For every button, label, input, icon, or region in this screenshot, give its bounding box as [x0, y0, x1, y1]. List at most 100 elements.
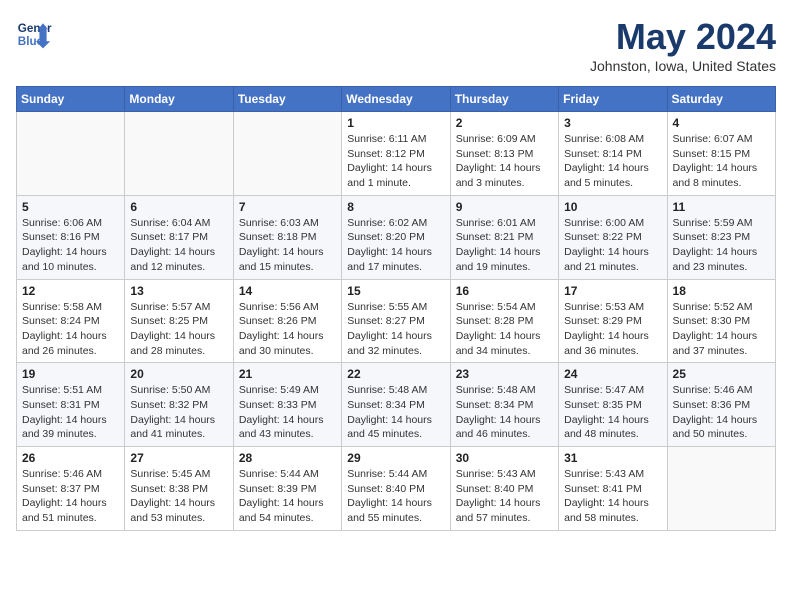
day-detail: Sunrise: 6:06 AMSunset: 8:16 PMDaylight:… — [22, 216, 119, 275]
day-number: 14 — [239, 284, 336, 298]
calendar-table: SundayMondayTuesdayWednesdayThursdayFrid… — [16, 86, 776, 531]
calendar-cell: 12 Sunrise: 5:58 AMSunset: 8:24 PMDayligh… — [17, 279, 125, 363]
calendar-week-row: 12 Sunrise: 5:58 AMSunset: 8:24 PMDayligh… — [17, 279, 776, 363]
logo: General Blue — [16, 16, 52, 52]
calendar-cell: 14 Sunrise: 5:56 AMSunset: 8:26 PMDayligh… — [233, 279, 341, 363]
calendar-cell: 17Sunrise: 5:53 AMSunset: 8:29 PMDayligh… — [559, 279, 667, 363]
day-detail: Sunrise: 5:58 AMSunset: 8:24 PMDaylight:… — [22, 300, 119, 359]
day-detail: Sunrise: 5:43 AMSunset: 8:40 PMDaylight:… — [456, 467, 553, 526]
day-detail: Sunrise: 6:04 AMSunset: 8:17 PMDaylight:… — [130, 216, 227, 275]
day-detail: Sunrise: 5:50 AMSunset: 8:32 PMDaylight:… — [130, 383, 227, 442]
day-number: 30 — [456, 451, 553, 465]
day-detail: Sunrise: 6:11 AMSunset: 8:12 PMDaylight:… — [347, 132, 444, 191]
calendar-week-row: 19Sunrise: 5:51 AMSunset: 8:31 PMDayligh… — [17, 363, 776, 447]
day-detail: Sunrise: 5:48 AMSunset: 8:34 PMDaylight:… — [456, 383, 553, 442]
day-number: 9 — [456, 200, 553, 214]
day-number: 29 — [347, 451, 444, 465]
day-number: 12 — [22, 284, 119, 298]
day-detail: Sunrise: 5:59 AMSunset: 8:23 PMDaylight:… — [673, 216, 770, 275]
day-number: 6 — [130, 200, 227, 214]
calendar-cell: 24 Sunrise: 5:47 AMSunset: 8:35 PMDayligh… — [559, 363, 667, 447]
month-title: May 2024 — [590, 16, 776, 58]
calendar-cell: 6 Sunrise: 6:04 AMSunset: 8:17 PMDaylight… — [125, 195, 233, 279]
day-number: 24 — [564, 367, 661, 381]
calendar-cell: 11Sunrise: 5:59 AMSunset: 8:23 PMDayligh… — [667, 195, 775, 279]
calendar-cell: 9Sunrise: 6:01 AMSunset: 8:21 PMDaylight… — [450, 195, 558, 279]
calendar-cell: 19Sunrise: 5:51 AMSunset: 8:31 PMDayligh… — [17, 363, 125, 447]
calendar-cell: 13 Sunrise: 5:57 AMSunset: 8:25 PMDayligh… — [125, 279, 233, 363]
day-detail: Sunrise: 5:54 AMSunset: 8:28 PMDaylight:… — [456, 300, 553, 359]
day-number: 17 — [564, 284, 661, 298]
day-number: 13 — [130, 284, 227, 298]
calendar-cell — [125, 112, 233, 196]
calendar-cell: 28 Sunrise: 5:44 AMSunset: 8:39 PMDayligh… — [233, 447, 341, 531]
calendar-cell: 23 Sunrise: 5:48 AMSunset: 8:34 PMDayligh… — [450, 363, 558, 447]
calendar-cell: 22 Sunrise: 5:48 AMSunset: 8:34 PMDayligh… — [342, 363, 450, 447]
calendar-cell: 30 Sunrise: 5:43 AMSunset: 8:40 PMDayligh… — [450, 447, 558, 531]
weekday-header: Thursday — [450, 87, 558, 112]
calendar-cell: 8Sunrise: 6:02 AMSunset: 8:20 PMDaylight… — [342, 195, 450, 279]
day-detail: Sunrise: 5:44 AMSunset: 8:40 PMDaylight:… — [347, 467, 444, 526]
weekday-header: Monday — [125, 87, 233, 112]
day-number: 25 — [673, 367, 770, 381]
calendar-cell — [233, 112, 341, 196]
day-detail: Sunrise: 5:47 AMSunset: 8:35 PMDaylight:… — [564, 383, 661, 442]
day-number: 21 — [239, 367, 336, 381]
weekday-header: Saturday — [667, 87, 775, 112]
calendar-cell: 7 Sunrise: 6:03 AMSunset: 8:18 PMDaylight… — [233, 195, 341, 279]
calendar-cell: 26 Sunrise: 5:46 AMSunset: 8:37 PMDayligh… — [17, 447, 125, 531]
calendar-cell: 27 Sunrise: 5:45 AMSunset: 8:38 PMDayligh… — [125, 447, 233, 531]
day-detail: Sunrise: 5:45 AMSunset: 8:38 PMDaylight:… — [130, 467, 227, 526]
day-number: 15 — [347, 284, 444, 298]
calendar-cell: 1 Sunrise: 6:11 AMSunset: 8:12 PMDaylight… — [342, 112, 450, 196]
day-number: 10 — [564, 200, 661, 214]
day-detail: Sunrise: 5:55 AMSunset: 8:27 PMDaylight:… — [347, 300, 444, 359]
day-number: 5 — [22, 200, 119, 214]
logo-icon: General Blue — [16, 16, 52, 52]
day-detail: Sunrise: 6:09 AMSunset: 8:13 PMDaylight:… — [456, 132, 553, 191]
calendar-cell: 2 Sunrise: 6:09 AMSunset: 8:13 PMDaylight… — [450, 112, 558, 196]
day-number: 23 — [456, 367, 553, 381]
day-number: 22 — [347, 367, 444, 381]
day-detail: Sunrise: 5:46 AMSunset: 8:37 PMDaylight:… — [22, 467, 119, 526]
day-number: 3 — [564, 116, 661, 130]
calendar-week-row: 26 Sunrise: 5:46 AMSunset: 8:37 PMDayligh… — [17, 447, 776, 531]
calendar-cell: 10 Sunrise: 6:00 AMSunset: 8:22 PMDayligh… — [559, 195, 667, 279]
day-number: 28 — [239, 451, 336, 465]
calendar-cell: 16 Sunrise: 5:54 AMSunset: 8:28 PMDayligh… — [450, 279, 558, 363]
calendar-cell: 3 Sunrise: 6:08 AMSunset: 8:14 PMDaylight… — [559, 112, 667, 196]
day-detail: Sunrise: 6:03 AMSunset: 8:18 PMDaylight:… — [239, 216, 336, 275]
day-number: 16 — [456, 284, 553, 298]
weekday-header: Wednesday — [342, 87, 450, 112]
day-detail: Sunrise: 6:00 AMSunset: 8:22 PMDaylight:… — [564, 216, 661, 275]
day-detail: Sunrise: 6:08 AMSunset: 8:14 PMDaylight:… — [564, 132, 661, 191]
calendar-cell: 15 Sunrise: 5:55 AMSunset: 8:27 PMDayligh… — [342, 279, 450, 363]
calendar-cell — [17, 112, 125, 196]
day-detail: Sunrise: 5:44 AMSunset: 8:39 PMDaylight:… — [239, 467, 336, 526]
day-detail: Sunrise: 5:48 AMSunset: 8:34 PMDaylight:… — [347, 383, 444, 442]
day-detail: Sunrise: 5:57 AMSunset: 8:25 PMDaylight:… — [130, 300, 227, 359]
day-detail: Sunrise: 5:56 AMSunset: 8:26 PMDaylight:… — [239, 300, 336, 359]
day-detail: Sunrise: 6:07 AMSunset: 8:15 PMDaylight:… — [673, 132, 770, 191]
calendar-cell: 18Sunrise: 5:52 AMSunset: 8:30 PMDayligh… — [667, 279, 775, 363]
calendar-cell: 25Sunrise: 5:46 AMSunset: 8:36 PMDayligh… — [667, 363, 775, 447]
calendar-cell — [667, 447, 775, 531]
day-detail: Sunrise: 6:02 AMSunset: 8:20 PMDaylight:… — [347, 216, 444, 275]
day-number: 4 — [673, 116, 770, 130]
calendar-cell: 20 Sunrise: 5:50 AMSunset: 8:32 PMDayligh… — [125, 363, 233, 447]
day-number: 2 — [456, 116, 553, 130]
day-detail: Sunrise: 5:49 AMSunset: 8:33 PMDaylight:… — [239, 383, 336, 442]
calendar-cell: 21 Sunrise: 5:49 AMSunset: 8:33 PMDayligh… — [233, 363, 341, 447]
day-number: 7 — [239, 200, 336, 214]
day-number: 27 — [130, 451, 227, 465]
calendar-cell: 4 Sunrise: 6:07 AMSunset: 8:15 PMDaylight… — [667, 112, 775, 196]
day-number: 26 — [22, 451, 119, 465]
calendar-header-row: SundayMondayTuesdayWednesdayThursdayFrid… — [17, 87, 776, 112]
day-number: 20 — [130, 367, 227, 381]
weekday-header: Sunday — [17, 87, 125, 112]
location: Johnston, Iowa, United States — [590, 58, 776, 74]
title-block: May 2024 Johnston, Iowa, United States — [590, 16, 776, 74]
calendar-cell: 31Sunrise: 5:43 AMSunset: 8:41 PMDayligh… — [559, 447, 667, 531]
calendar-cell: 29 Sunrise: 5:44 AMSunset: 8:40 PMDayligh… — [342, 447, 450, 531]
day-number: 1 — [347, 116, 444, 130]
